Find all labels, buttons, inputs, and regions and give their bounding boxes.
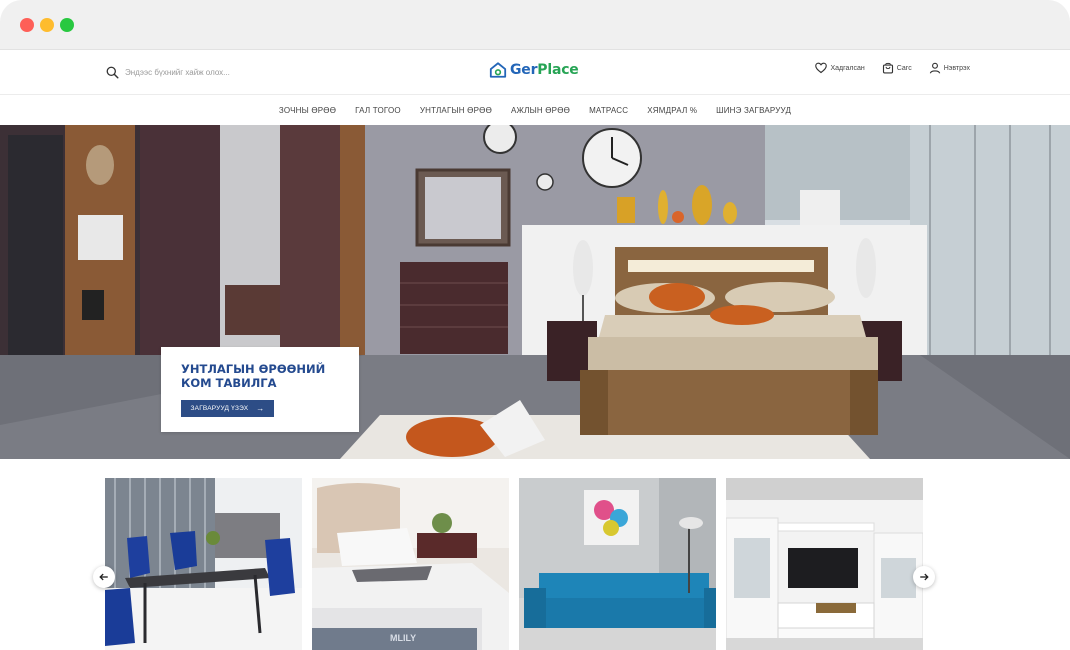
view-models-button[interactable]: ЗАГВАРУУД ҮЗЭХ →	[181, 400, 274, 417]
hero-banner[interactable]: УНТЛАГЫН ӨРӨӨНИЙ КОМ ТАВИЛГА ЗАГВАРУУД Ү…	[0, 125, 1070, 459]
nav-item-office[interactable]: АЖЛЫН ӨРӨӨ	[511, 106, 570, 115]
header-actions: Хадгалсан Сагс Нэвтрэх	[798, 62, 970, 74]
login-link[interactable]: Нэвтрэх	[929, 62, 970, 74]
logo-text-part1: Ger	[510, 62, 538, 78]
mattress-brand-label: MLILY	[390, 633, 416, 643]
category-card-tv-unit[interactable]	[726, 478, 923, 650]
carousel-next-button[interactable]	[913, 566, 935, 588]
site-logo[interactable]: GerPlace	[489, 61, 579, 79]
nav-item-sale[interactable]: ХЯМДРАЛ %	[647, 106, 697, 115]
sofa-image	[519, 478, 716, 650]
dining-room-image	[105, 478, 302, 650]
logo-text-part2: Place	[537, 62, 579, 78]
nav-item-kitchen[interactable]: ГАЛ ТОГОО	[355, 106, 401, 115]
bag-icon	[882, 62, 893, 74]
nav-item-mattress[interactable]: МАТРАСС	[589, 106, 628, 115]
search-bar	[106, 62, 325, 82]
nav-item-living-room[interactable]: ЗОЧНЫ ӨРӨӨ	[279, 106, 336, 115]
category-carousel: MLILY	[0, 459, 1070, 650]
mattress-image: MLILY	[312, 478, 509, 650]
browser-titlebar	[0, 0, 1070, 50]
arrow-left-icon	[99, 573, 108, 581]
nav-item-new-models[interactable]: ШИНЭ ЗАГВАРУУД	[716, 106, 791, 115]
arrow-right-icon: →	[256, 404, 265, 413]
promo-title: УНТЛАГЫН ӨРӨӨНИЙ КОМ ТАВИЛГА	[181, 362, 326, 390]
promo-card: УНТЛАГЫН ӨРӨӨНИЙ КОМ ТАВИЛГА ЗАГВАРУУД Ү…	[161, 347, 359, 432]
main-nav: ЗОЧНЫ ӨРӨӨ ГАЛ ТОГОО УНТЛАГЫН ӨРӨӨ АЖЛЫН…	[0, 95, 1070, 125]
wishlist-label: Хадгалсан	[830, 64, 865, 72]
category-card-mattress[interactable]: MLILY	[312, 478, 509, 650]
carousel-prev-button[interactable]	[93, 566, 115, 588]
logo-text: GerPlace	[510, 62, 579, 78]
minimize-window-button[interactable]	[40, 18, 54, 32]
house-logo-icon	[489, 62, 507, 78]
wishlist-link[interactable]: Хадгалсан	[815, 62, 865, 74]
search-input[interactable]	[125, 67, 325, 77]
login-label: Нэвтрэх	[943, 64, 970, 72]
nav-item-bedroom[interactable]: УНТЛАГЫН ӨРӨӨ	[420, 106, 492, 115]
site-header: GerPlace Хадгалсан Сагс Нэвтрэх	[0, 50, 1070, 95]
maximize-window-button[interactable]	[60, 18, 74, 32]
view-models-label: ЗАГВАРУУД ҮЗЭХ	[190, 405, 249, 412]
search-icon[interactable]	[106, 66, 119, 79]
close-window-button[interactable]	[20, 18, 34, 32]
cart-link[interactable]: Сагс	[882, 62, 912, 74]
category-card-sofa[interactable]	[519, 478, 716, 650]
user-icon	[929, 62, 940, 74]
arrow-right-icon	[920, 573, 929, 581]
heart-icon	[815, 62, 828, 74]
category-card-dining[interactable]	[105, 478, 302, 650]
tv-unit-image	[726, 478, 923, 650]
cart-label: Сагс	[896, 64, 912, 72]
